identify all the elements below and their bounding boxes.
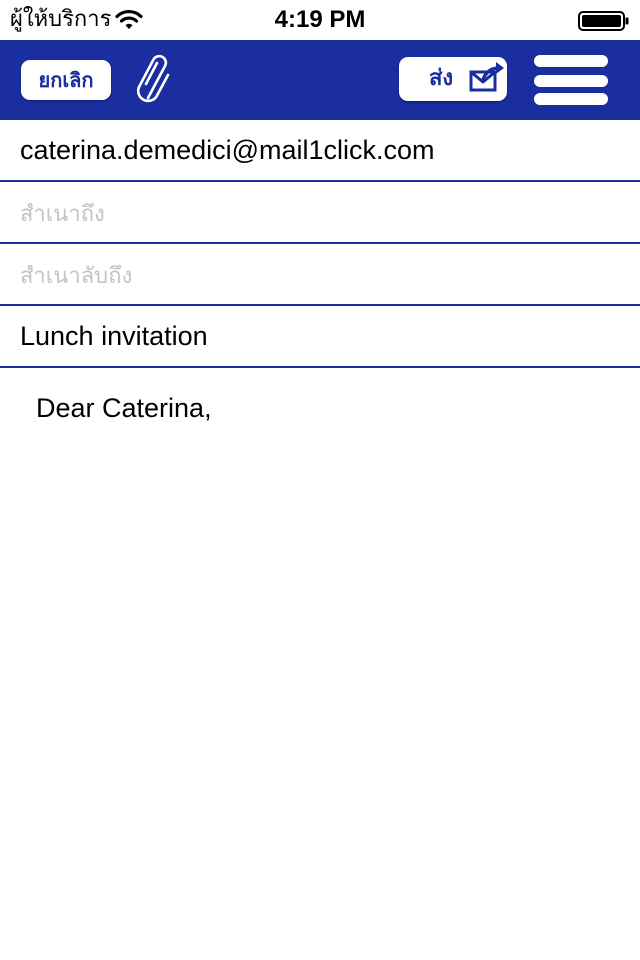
message-body-input[interactable]: Dear Caterina, bbox=[36, 390, 616, 930]
send-button[interactable]: ส่ง bbox=[399, 57, 507, 101]
cc-field bbox=[0, 182, 640, 244]
to-field bbox=[0, 120, 640, 182]
to-input[interactable] bbox=[20, 120, 620, 180]
paperclip-icon bbox=[136, 54, 170, 103]
menu-bar-top bbox=[534, 55, 608, 67]
cancel-button[interactable]: ยกเลิก bbox=[21, 60, 111, 100]
status-bar: ผู้ให้บริการ 4:19 PM bbox=[0, 0, 640, 40]
attach-button[interactable] bbox=[132, 54, 176, 108]
send-label: ส่ง bbox=[429, 66, 454, 91]
menu-button[interactable] bbox=[532, 55, 610, 107]
compose-toolbar: ยกเลิก ส่ง bbox=[0, 40, 640, 120]
message-body: Dear Caterina, bbox=[0, 368, 640, 960]
subject-input[interactable] bbox=[20, 306, 620, 366]
bcc-input[interactable] bbox=[20, 244, 620, 304]
cc-input[interactable] bbox=[20, 182, 620, 242]
status-time: 4:19 PM bbox=[274, 6, 366, 33]
subject-field bbox=[0, 306, 640, 368]
envelope-send-icon bbox=[469, 62, 504, 92]
menu-bar-middle bbox=[534, 75, 608, 87]
menu-bar-bottom bbox=[534, 93, 608, 105]
battery-icon bbox=[578, 11, 629, 31]
bcc-field bbox=[0, 244, 640, 306]
